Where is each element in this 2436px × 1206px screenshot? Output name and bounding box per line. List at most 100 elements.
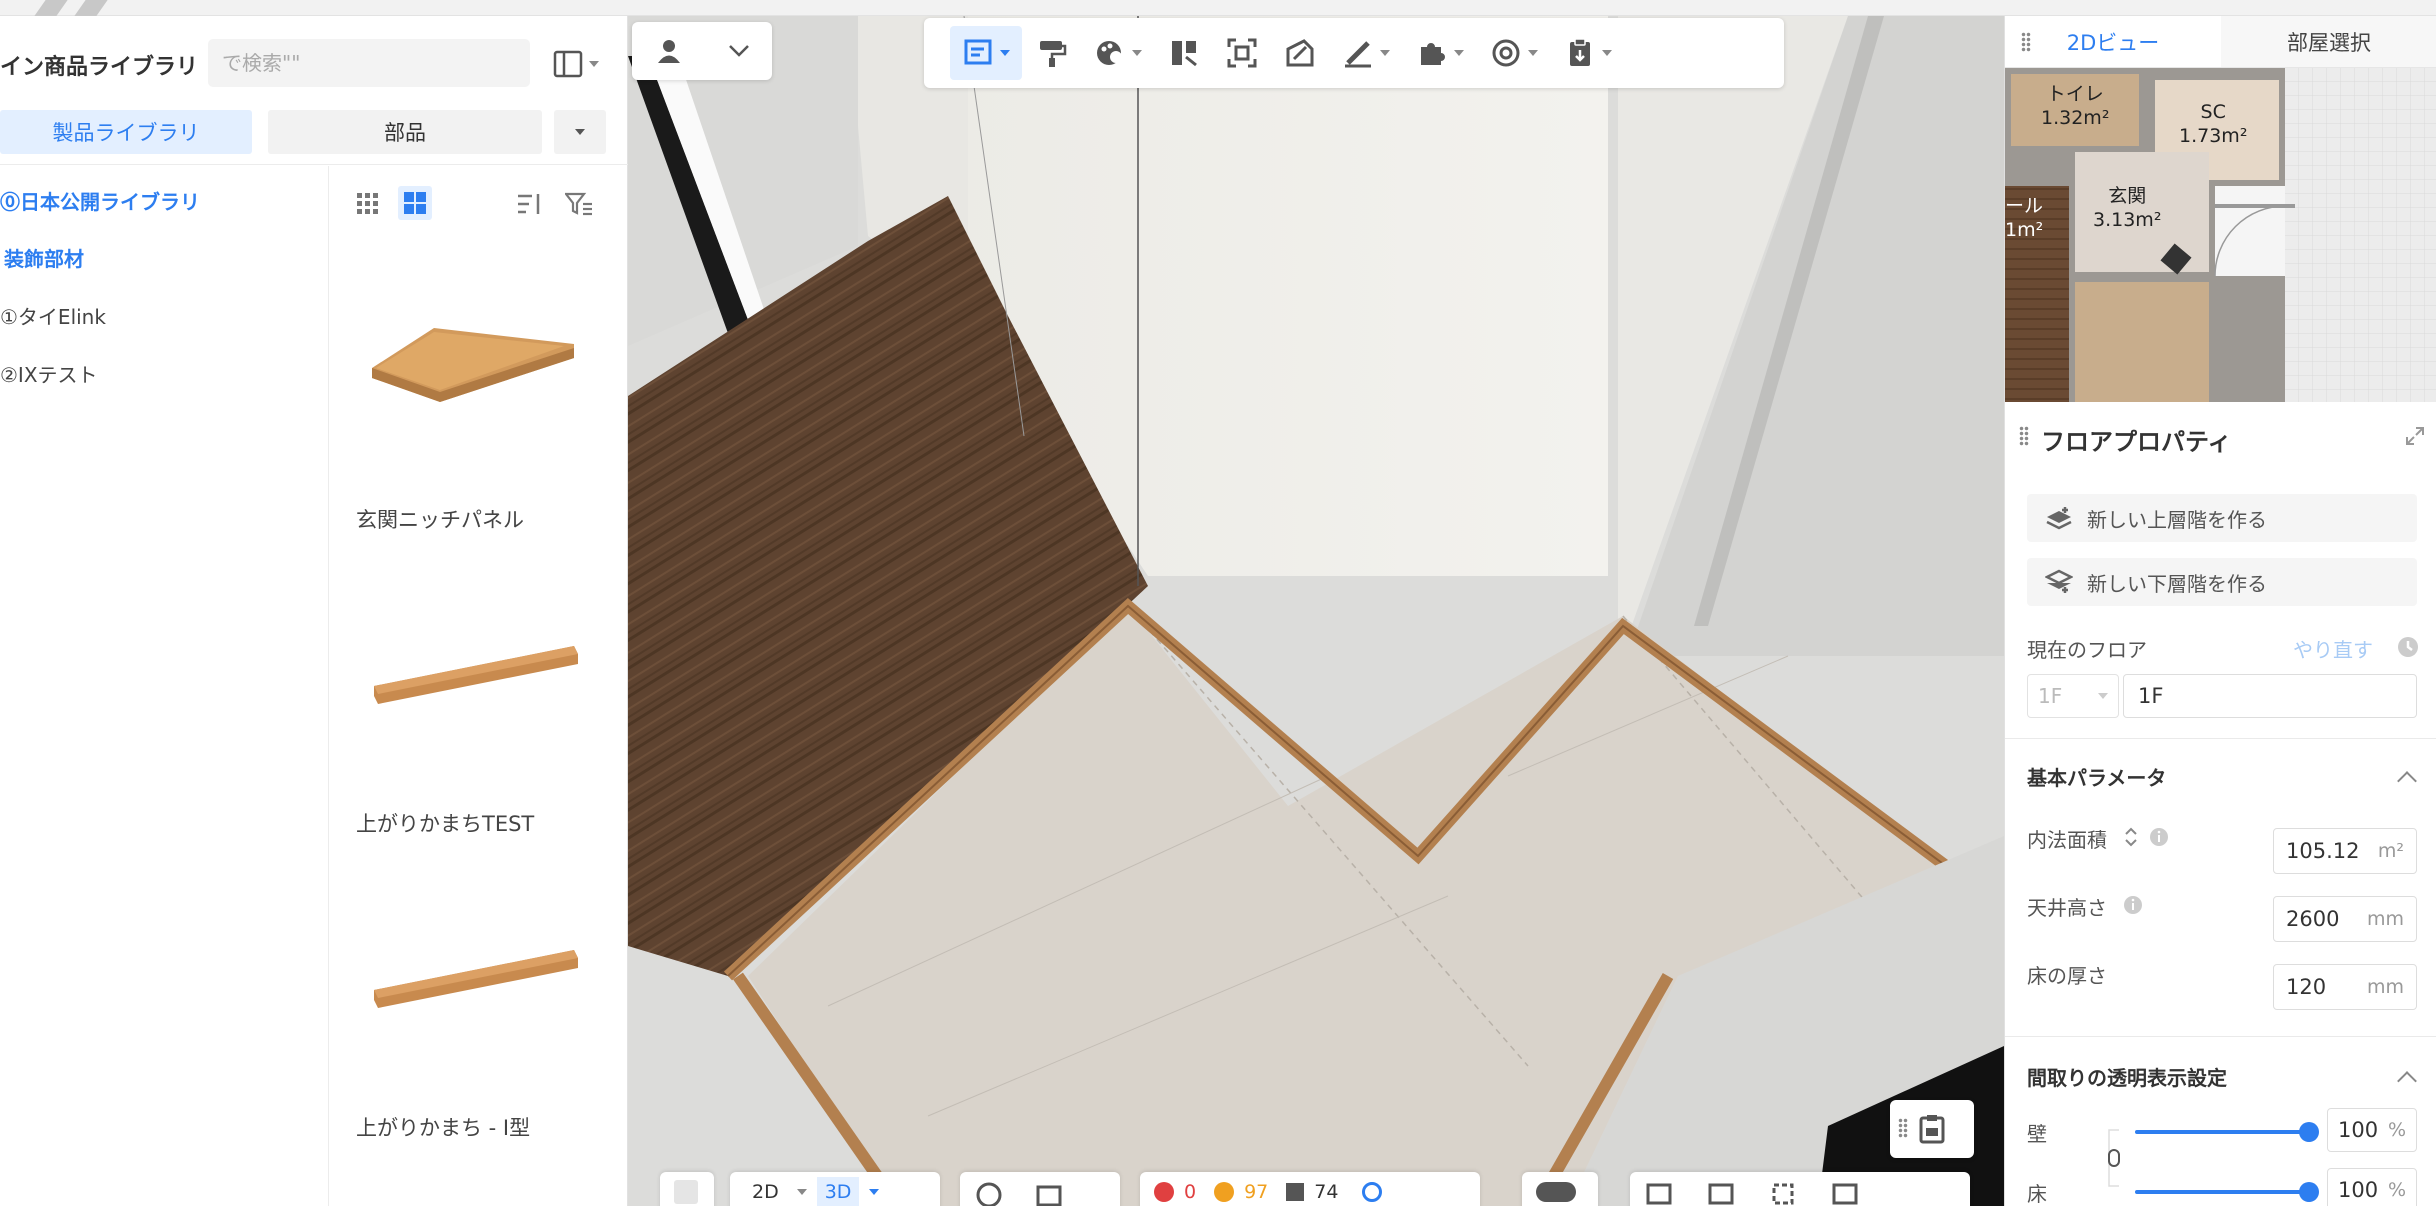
- caret-icon: [589, 61, 599, 67]
- filter-icon[interactable]: [564, 190, 594, 218]
- user-icon[interactable]: [654, 36, 684, 66]
- floor-thickness-unit: mm: [2366, 976, 2404, 998]
- ceiling-height-value: 2600: [2286, 907, 2340, 931]
- inner-area-unit: m²: [2377, 840, 2404, 862]
- tab-more-dropdown[interactable]: [554, 110, 606, 154]
- caret-icon: [1380, 50, 1390, 56]
- new-lower-floor-button[interactable]: 新しい下層階を作る: [2027, 558, 2417, 606]
- stripe-decoration: [34, 0, 68, 16]
- sort-icon[interactable]: [516, 190, 544, 218]
- door-window-button[interactable]: [1156, 26, 1212, 80]
- chevron-down-icon[interactable]: [728, 44, 750, 58]
- room-label-sc[interactable]: SC 1.73m²: [2179, 100, 2247, 148]
- material-button[interactable]: [1272, 26, 1328, 80]
- measure-icon: [1345, 41, 1371, 68]
- expand-icon[interactable]: [2405, 426, 2425, 446]
- clipboard-button[interactable]: [1552, 26, 1624, 80]
- floor-plan-button[interactable]: [950, 26, 1022, 80]
- wall-label: 壁: [2027, 1122, 2047, 1146]
- history-icon[interactable]: [2397, 636, 2419, 658]
- tab-2d-view[interactable]: 2Dビュー: [2005, 16, 2221, 67]
- category-decoration-parts[interactable]: 装飾部材: [4, 243, 84, 272]
- crop-icon[interactable]: [1768, 1177, 1798, 1206]
- panel-layout-button[interactable]: [548, 44, 604, 84]
- floor-select[interactable]: 1F: [2027, 674, 2119, 718]
- error-icon: [1154, 1182, 1174, 1202]
- view-mode-switcher[interactable]: 2D 3D: [730, 1172, 940, 1206]
- view-tabs: 2Dビュー 部屋選択: [2005, 16, 2436, 68]
- tab-room-select[interactable]: 部屋選択: [2221, 16, 2436, 67]
- room-label-entrance[interactable]: 玄関 3.13m²: [2093, 184, 2161, 232]
- view-3d-button[interactable]: 3D: [816, 1177, 860, 1206]
- link-icon[interactable]: [2105, 1128, 2123, 1188]
- status-counts[interactable]: 0 97 74: [1140, 1172, 1480, 1206]
- info-icon[interactable]: [2149, 827, 2169, 847]
- eye-icon[interactable]: [974, 1177, 1004, 1206]
- box-icon[interactable]: [1034, 1177, 1064, 1206]
- room-label-hall[interactable]: ール 1m²: [2005, 194, 2043, 242]
- caret-icon: [1602, 50, 1612, 56]
- target-button[interactable]: [1478, 26, 1550, 80]
- grid-large-icon[interactable]: [398, 186, 432, 220]
- product-thumbnail[interactable]: [356, 572, 596, 772]
- slider-handle[interactable]: [2299, 1182, 2319, 1202]
- bottom-handle[interactable]: [660, 1172, 714, 1206]
- material-icon: [1286, 39, 1314, 67]
- drag-handle-icon[interactable]: [2021, 32, 2031, 52]
- panel-layout-icon: [553, 50, 583, 78]
- grid-small-icon[interactable]: [354, 190, 382, 218]
- floor-thickness-input[interactable]: 120 mm: [2273, 964, 2417, 1010]
- drag-handle-icon[interactable]: [1898, 1118, 1908, 1138]
- slider-handle[interactable]: [2299, 1122, 2319, 1142]
- frame-icon[interactable]: [1830, 1177, 1860, 1206]
- user-toolbar[interactable]: [632, 22, 772, 80]
- new-upper-floor-label: 新しい上層階を作る: [2087, 507, 2267, 532]
- product-name[interactable]: 上がりかまちTEST: [356, 808, 534, 838]
- floor-opacity-slider[interactable]: [2135, 1182, 2319, 1202]
- wall-opacity-slider[interactable]: [2135, 1122, 2319, 1142]
- plugin-button[interactable]: [1404, 26, 1476, 80]
- product-thumbnail[interactable]: [356, 876, 596, 1076]
- info-icon[interactable]: [2123, 895, 2143, 915]
- tab-product-library[interactable]: 製品ライブラリ: [0, 110, 252, 154]
- clipboard-float-button[interactable]: [1890, 1100, 1974, 1158]
- category-ix-test[interactable]: ②IXテスト: [0, 359, 98, 388]
- category-japan-public-library[interactable]: ⓪日本公開ライブラリ: [0, 186, 200, 215]
- 3d-viewport[interactable]: [628, 16, 2004, 1206]
- caret-icon: [2098, 693, 2108, 699]
- redo-link[interactable]: やり直す: [2293, 634, 2373, 663]
- new-upper-floor-button[interactable]: 新しい上層階を作る: [2027, 494, 2417, 542]
- puzzle-icon: [1421, 43, 1445, 65]
- align-left-icon[interactable]: [1644, 1177, 1674, 1206]
- paint-button[interactable]: [1024, 26, 1080, 80]
- caret-icon: [869, 1189, 880, 1195]
- palette-button[interactable]: [1082, 26, 1154, 80]
- item-icon: [1286, 1183, 1305, 1201]
- product-name[interactable]: 上がりかまち - I型: [356, 1112, 530, 1142]
- inner-area-input[interactable]: 105.12 m²: [2273, 828, 2417, 874]
- view-2d-button[interactable]: 2D: [744, 1181, 787, 1203]
- floor-name-input[interactable]: 1F: [2123, 674, 2417, 718]
- room-label-toilet[interactable]: トイレ 1.32m²: [2041, 82, 2109, 130]
- floor-opacity-input[interactable]: 100%: [2327, 1168, 2417, 1206]
- align-center-icon[interactable]: [1706, 1177, 1736, 1206]
- drag-handle-icon[interactable]: [2019, 426, 2029, 446]
- floor-minimap[interactable]: トイレ 1.32m² SC 1.73m² 玄関 3.13m² ール 1m²: [2005, 68, 2436, 402]
- tab-parts[interactable]: 部品: [268, 110, 542, 154]
- collapse-chevron-icon[interactable]: [2397, 771, 2417, 791]
- collapse-chevron-icon[interactable]: [2397, 1071, 2417, 1091]
- floor-thickness-label: 床の厚さ: [2027, 964, 2107, 988]
- category-elink[interactable]: ①タイElink: [0, 301, 106, 330]
- sort-toggle-icon[interactable]: [2123, 826, 2139, 848]
- measure-button[interactable]: [1330, 26, 1402, 80]
- focus-button[interactable]: [1214, 26, 1270, 80]
- product-name[interactable]: 玄関ニッチパネル: [356, 504, 524, 534]
- inner-area-label: 内法面積: [2027, 828, 2107, 852]
- search-input[interactable]: [208, 39, 530, 87]
- product-thumbnail[interactable]: [356, 266, 596, 466]
- ceiling-height-input[interactable]: 2600 mm: [2273, 896, 2417, 942]
- layer-toggle[interactable]: [1522, 1172, 1598, 1206]
- divider: [0, 164, 628, 165]
- caret-icon: [1454, 50, 1464, 56]
- wall-opacity-input[interactable]: 100%: [2327, 1108, 2417, 1152]
